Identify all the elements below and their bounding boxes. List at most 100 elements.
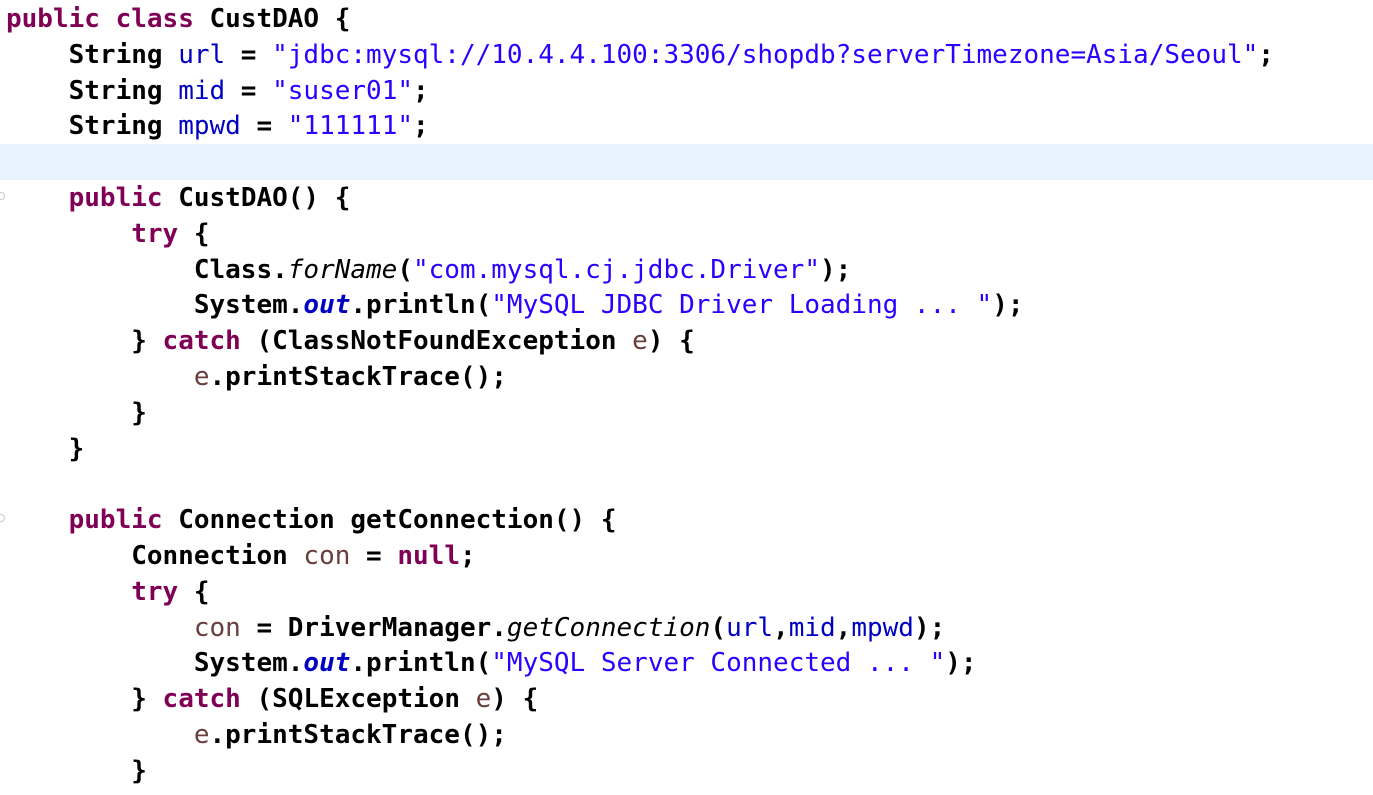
code-line[interactable]: e.printStackTrace(); [0, 717, 1373, 753]
code-line[interactable]: String url = "jdbc:mysql://10.4.4.100:33… [0, 37, 1373, 73]
code-token: Connection getConnection() { [162, 505, 617, 536]
code-token: con [303, 541, 351, 571]
code-token: ; [413, 75, 429, 106]
code-token: try [131, 576, 179, 607]
code-token: { [178, 218, 210, 249]
code-token: "com.mysql.cj.jdbc.Driver" [413, 254, 820, 285]
code-line[interactable]: try { [0, 216, 1373, 252]
code-line[interactable]: public Connection getConnection() { [0, 502, 1373, 538]
code-token: url [178, 39, 226, 70]
code-token: .printStackTrace(); [209, 362, 507, 392]
code-token: = DriverManager. [240, 612, 507, 643]
code-token: .println( [350, 648, 492, 679]
code-token: = [350, 541, 398, 571]
code-token: String [6, 39, 179, 70]
code-line[interactable]: try { [0, 574, 1373, 610]
code-line-text: } [6, 753, 147, 789]
code-line[interactable]: System.out.println("MySQL JDBC Driver Lo… [0, 287, 1373, 323]
code-token: CustDAO { [193, 4, 351, 34]
code-token: .printStackTrace(); [209, 720, 507, 750]
code-token: ); [992, 290, 1024, 321]
code-token: "111111" [287, 111, 414, 142]
code-token: "jdbc:mysql://10.4.4.100:3306/shopdb?ser… [272, 39, 1259, 70]
code-token: .println( [350, 290, 492, 321]
code-token: String [6, 75, 179, 106]
code-token: con [193, 612, 241, 643]
code-line[interactable]: Class.forName("com.mysql.cj.jdbc.Driver"… [0, 252, 1373, 288]
code-line-text: } [6, 431, 85, 467]
code-token: e [193, 362, 210, 392]
code-token: e [632, 326, 648, 357]
code-token: } [6, 684, 163, 715]
code-token: ( [710, 612, 727, 643]
code-line[interactable]: public class CustDAO { [0, 1, 1373, 37]
code-line-text: } catch (ClassNotFoundException e) { [6, 323, 695, 359]
code-token: ( [397, 254, 413, 285]
code-token: ); [913, 612, 946, 643]
code-token: ; [459, 541, 476, 571]
code-token: } [6, 397, 147, 428]
code-token: CustDAO() { [162, 183, 351, 213]
code-line[interactable]: System.out.println("MySQL Server Connect… [0, 645, 1373, 681]
code-token: System. [6, 648, 304, 679]
code-token: "MySQL Server Connected ... " [491, 648, 946, 679]
code-token: class [115, 4, 194, 34]
code-token: = [225, 39, 273, 70]
code-token: forName [287, 254, 398, 285]
code-line-text: } [6, 395, 147, 431]
code-line[interactable]: } [0, 395, 1373, 431]
code-editor[interactable]: public class CustDAO { String url = "jdb… [0, 0, 1373, 795]
code-line-text: System.out.println("MySQL JDBC Driver Lo… [6, 287, 1024, 323]
code-token: ); [945, 648, 977, 679]
code-line[interactable]: } catch (ClassNotFoundException e) { [0, 323, 1373, 359]
code-line[interactable]: con = DriverManager.getConnection(url,mi… [0, 610, 1373, 646]
code-token: url [726, 612, 774, 643]
code-line-text: public CustDAO() { [6, 180, 351, 216]
code-token: ); [820, 254, 852, 285]
code-line[interactable]: e.printStackTrace(); [0, 359, 1373, 395]
code-line-text: e.printStackTrace(); [6, 717, 507, 753]
code-token: "MySQL JDBC Driver Loading ... " [491, 290, 993, 321]
code-line[interactable]: } catch (SQLException e) { [0, 681, 1373, 717]
code-line[interactable] [0, 466, 1373, 502]
code-token: { [178, 576, 210, 607]
code-token: Connection [6, 541, 304, 571]
code-token: e [193, 720, 210, 750]
code-token: mpwd [178, 111, 241, 142]
fold-toggle-icon[interactable] [0, 514, 5, 523]
code-line-text: con = DriverManager.getConnection(url,mi… [6, 610, 945, 646]
code-token: "suser01" [272, 75, 414, 106]
code-line-text: } catch (SQLException e) { [6, 681, 538, 717]
code-line[interactable]: } [0, 431, 1373, 467]
code-line[interactable]: Connection con = null; [0, 538, 1373, 574]
code-token: = [225, 75, 273, 106]
code-token: , [835, 612, 852, 643]
code-token: ) { [647, 326, 695, 357]
code-line-text: public Connection getConnection() { [6, 502, 617, 538]
code-line[interactable]: } [0, 753, 1373, 789]
code-token: public [6, 4, 100, 34]
code-line-text: try { [6, 574, 210, 610]
code-token: public [68, 505, 163, 536]
code-line-text: public class CustDAO { [6, 1, 350, 37]
code-line[interactable]: String mid = "suser01"; [0, 73, 1373, 109]
code-token: catch [162, 326, 241, 357]
code-line[interactable]: public CustDAO() { [0, 180, 1373, 216]
fold-toggle-icon[interactable] [0, 192, 5, 200]
code-token: , [773, 612, 789, 643]
code-line[interactable]: String mpwd = "111111"; [0, 108, 1373, 144]
code-token: ; [413, 111, 429, 142]
code-token: Class. [6, 254, 288, 285]
code-token: } [6, 326, 163, 357]
code-token: ) { [491, 684, 539, 715]
code-token: null [397, 541, 460, 571]
code-line[interactable] [0, 144, 1373, 181]
code-line-text: String url = "jdbc:mysql://10.4.4.100:33… [6, 37, 1274, 73]
